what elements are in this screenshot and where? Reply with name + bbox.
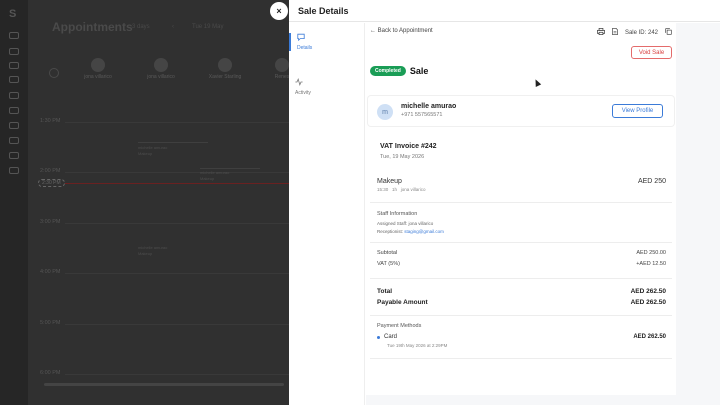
- void-sale-button[interactable]: Void Sale: [631, 46, 672, 59]
- nav-icon[interactable]: [9, 92, 19, 99]
- close-panel-button[interactable]: ×: [270, 2, 288, 20]
- date-picker[interactable]: Tue 19 May: [192, 24, 223, 30]
- horizontal-scrollbar[interactable]: [44, 383, 284, 386]
- divider: [370, 242, 672, 243]
- tab-activity[interactable]: Activity: [289, 78, 365, 96]
- service-price: AED 250: [637, 178, 666, 185]
- invoice-date: Tue, 19 May 2026: [380, 154, 425, 160]
- time-label: 3:00 PM: [40, 219, 61, 225]
- grid-line: [65, 273, 290, 274]
- appointment-block-edge: [200, 168, 260, 169]
- sale-toolbar: ← Back to Appointment Sale ID: 242: [370, 28, 672, 38]
- payment-amount: AED 262.50: [633, 334, 666, 340]
- payable-row: Payable Amount AED 262.50: [377, 299, 666, 306]
- appointment-block[interactable]: michelle amurao Makeup: [138, 145, 167, 157]
- activity-icon: [295, 78, 365, 88]
- grid-line: [65, 324, 290, 325]
- time-label: 5:00 PM: [40, 320, 61, 326]
- back-to-appointment-link[interactable]: ← Back to Appointment: [370, 28, 433, 34]
- sale-content: ← Back to Appointment Sale ID: 242 Void …: [366, 23, 676, 395]
- receptionist: Receptionist: staging@gmail.com: [377, 229, 444, 234]
- time-label: 4:00 PM: [40, 269, 61, 275]
- total-row: Total AED 262.50: [377, 288, 666, 295]
- nav-icon[interactable]: [9, 76, 19, 83]
- copy-icon[interactable]: [665, 28, 672, 37]
- avatar: m: [377, 104, 393, 120]
- sale-heading: Sale: [409, 66, 429, 76]
- chat-icon: [297, 33, 365, 43]
- avatar: [154, 58, 168, 72]
- assigned-staff: Assigned Staff: jona villarico: [377, 221, 434, 226]
- grid-line: [65, 172, 290, 173]
- sale-status-row: Completed Sale: [370, 66, 428, 76]
- staff-info-title: Staff Information: [377, 211, 418, 217]
- nav-icon[interactable]: [9, 122, 19, 129]
- vat-row: VAT (5%) +AED 12.50: [377, 261, 666, 267]
- current-time-line: [40, 183, 290, 184]
- payment-methods-title: Payment Methods: [377, 323, 422, 329]
- nav-icon[interactable]: [9, 48, 19, 55]
- payment-dot-icon: [377, 336, 380, 339]
- nav-icon[interactable]: [9, 137, 19, 144]
- nav-icon[interactable]: [9, 107, 19, 114]
- status-badge: Completed: [370, 66, 406, 76]
- panel-title: Sale Details: [289, 0, 720, 22]
- avatar: [275, 58, 289, 72]
- grid-line: [65, 122, 290, 123]
- appointment-block[interactable]: michelle amurao Makeup: [200, 170, 229, 182]
- staff-column-header: Xavier Starling: [195, 58, 255, 80]
- time-label: 1:30 PM: [40, 118, 61, 124]
- service-name: Makeup: [377, 178, 402, 185]
- grid-line: [65, 223, 290, 224]
- tab-details[interactable]: Details: [289, 33, 365, 51]
- time-label: 2:00 PM: [40, 168, 61, 174]
- subtotal-row: Subtotal AED 250.00: [377, 250, 666, 256]
- service-meta: 15:30 1h jona villarico: [377, 187, 426, 192]
- divider: [370, 202, 672, 203]
- app-logo: S: [9, 8, 17, 20]
- nav-icon[interactable]: [9, 62, 19, 69]
- nav-rail: S: [0, 0, 28, 405]
- clock-icon: [49, 68, 59, 78]
- document-icon[interactable]: [612, 28, 618, 37]
- invoice-title: VAT Invoice #242: [380, 143, 437, 150]
- calendar-background: S Appointments 3 days ‹ Tue 19 May jona …: [0, 0, 290, 405]
- divider: [370, 278, 672, 279]
- payment-method-name: Card: [384, 334, 398, 340]
- sale-id: Sale ID: 242: [624, 29, 658, 36]
- prev-date-button[interactable]: ‹: [172, 24, 174, 30]
- calendar-title: Appointments: [52, 20, 133, 34]
- appointment-block-edge: [138, 142, 208, 143]
- avatar: [218, 58, 232, 72]
- avatar: [91, 58, 105, 72]
- nav-icon[interactable]: [9, 152, 19, 159]
- view-profile-button[interactable]: View Profile: [612, 104, 663, 118]
- grid-line: [65, 374, 290, 375]
- client-phone: +971 557565571: [401, 112, 443, 118]
- nav-icon[interactable]: [9, 167, 19, 174]
- payment-time: Tue 19th May 2026 at 2:29PM: [387, 343, 448, 348]
- divider: [370, 358, 672, 359]
- view-select[interactable]: 3 days: [132, 24, 150, 30]
- current-time-badge: 2:30 PM: [38, 179, 65, 187]
- print-icon[interactable]: [597, 28, 605, 37]
- client-name: michelle amurao: [401, 103, 457, 110]
- staff-column-header: jona villarico: [68, 58, 128, 80]
- panel-side-tabs: Details Activity: [289, 23, 365, 405]
- appointment-block[interactable]: michelle amurao Makeup: [138, 245, 167, 257]
- divider: [370, 315, 672, 316]
- time-label: 6:00 PM: [40, 370, 61, 376]
- staff-column-header: jona villarico: [131, 58, 191, 80]
- nav-icon[interactable]: [9, 32, 19, 39]
- sale-actions: Sale ID: 242: [597, 28, 672, 37]
- client-card: m michelle amurao +971 557565571 View Pr…: [368, 96, 674, 126]
